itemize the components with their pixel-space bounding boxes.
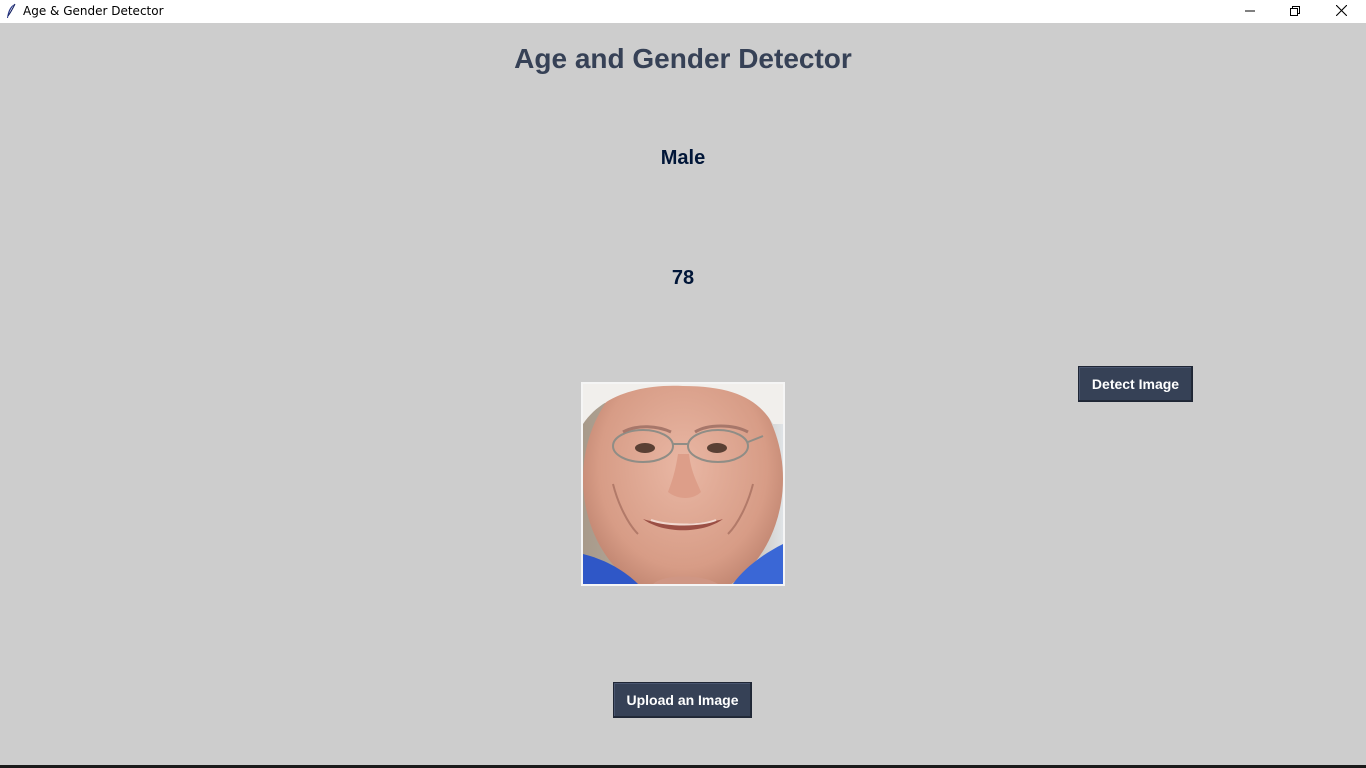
age-result: 78 <box>671 267 695 289</box>
app-window: Age & Gender Detector Age and Gender Det… <box>0 0 1366 768</box>
restore-button[interactable] <box>1272 0 1318 23</box>
page-title: Age and Gender Detector <box>514 43 852 74</box>
window-title: Age & Gender Detector <box>23 4 164 18</box>
feather-icon <box>5 3 17 19</box>
gender-result: Male <box>660 147 706 169</box>
restore-icon <box>1290 3 1300 21</box>
close-button[interactable] <box>1318 0 1364 23</box>
uploaded-face-image <box>581 382 785 586</box>
close-icon <box>1335 3 1347 21</box>
upload-image-button[interactable]: Upload an Image <box>613 682 752 718</box>
minimize-icon <box>1245 3 1255 21</box>
detect-image-button[interactable]: Detect Image <box>1078 366 1193 402</box>
title-bar[interactable]: Age & Gender Detector <box>0 0 1366 23</box>
minimize-button[interactable] <box>1227 0 1273 23</box>
